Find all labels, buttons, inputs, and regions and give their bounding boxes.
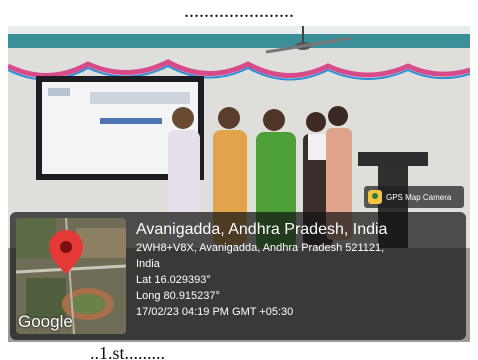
address-line-1: 2WH8+V8X, Avanigadda, Andhra Pradesh 521… xyxy=(136,242,385,254)
timestamp: 17/02/23 04:19 PM GMT +05:30 xyxy=(136,306,294,318)
top-cropped-caption: ...................... xyxy=(0,0,478,26)
bottom-cropped-caption: ..1.st......... xyxy=(0,342,478,360)
gps-map-camera-badge: GPS Map Camera xyxy=(364,186,464,208)
bottom-caption-text: ..1.st......... xyxy=(90,343,166,360)
gps-info-panel: Google Avanigadda, Andhra Pradesh, India… xyxy=(10,212,466,340)
latitude: Lat 16.029393° xyxy=(136,274,211,286)
longitude: Long 80.915237° xyxy=(136,290,220,302)
gps-info-text: Avanigadda, Andhra Pradesh, India 2WH8+V… xyxy=(136,220,458,320)
gps-badge-label: GPS Map Camera xyxy=(386,192,452,202)
map-thumbnail: Google xyxy=(16,218,126,334)
map-brand-label: Google xyxy=(18,312,73,331)
event-photo: GPS Map Camera Google Avanigadda, Andhra xyxy=(8,26,470,342)
gps-map-camera-logo-icon xyxy=(368,190,382,204)
address-line-2: India xyxy=(136,258,160,270)
location-title: Avanigadda, Andhra Pradesh, India xyxy=(136,221,388,238)
